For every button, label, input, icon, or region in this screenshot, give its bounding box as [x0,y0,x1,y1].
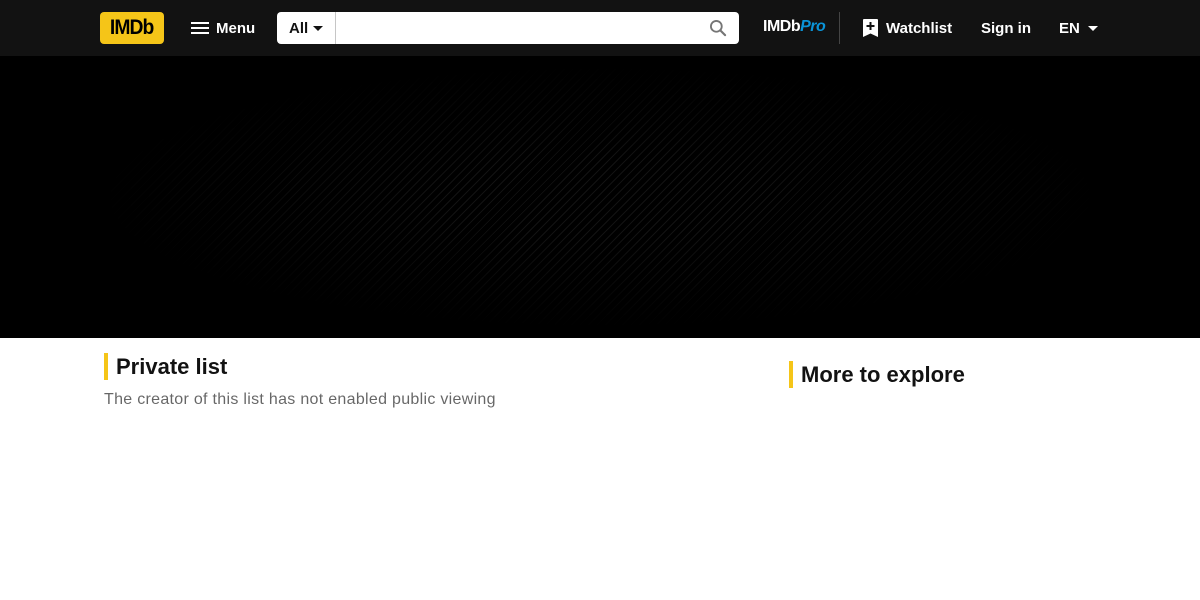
top-navigation-bar: IMDb Menu All IMDbPro Watchlist Sign in [0,0,1200,56]
imdb-logo[interactable]: IMDb [100,12,164,44]
logo-text: IMDb [110,16,154,39]
search-icon [710,20,727,37]
watchlist-button[interactable]: Watchlist [863,12,952,44]
imdbpro-link[interactable]: IMDbPro [763,18,826,38]
search-category-label: All [289,19,309,37]
caret-down-icon [1087,26,1098,31]
imdbpro-suffix: Pro [800,18,826,35]
hero-pattern [100,66,1100,328]
menu-label: Menu [216,19,256,37]
watchlist-label: Watchlist [886,19,953,37]
search-button[interactable] [697,12,739,44]
page-subtitle: The creator of this list has not enabled… [104,391,496,408]
hamburger-icon [191,21,209,35]
hero-banner [0,56,1200,338]
private-list-section: Private list The creator of this list ha… [104,353,744,409]
header-divider [839,12,840,44]
page-title: Private list [104,353,744,380]
menu-button[interactable]: Menu [183,12,263,44]
more-to-explore-section: More to explore [789,361,1109,388]
caret-down-icon [313,26,324,31]
sign-in-label: Sign in [981,19,1031,37]
sign-in-button[interactable]: Sign in [981,12,1031,44]
imdbpro-brand: IMDb [763,18,801,35]
search-category-dropdown[interactable]: All [277,12,336,44]
search-input[interactable] [336,12,697,44]
bookmark-add-icon [863,19,878,37]
language-label: EN [1059,19,1080,37]
sidebar-title: More to explore [789,361,1109,388]
language-selector[interactable]: EN [1059,12,1098,44]
search-bar: All [277,12,739,44]
